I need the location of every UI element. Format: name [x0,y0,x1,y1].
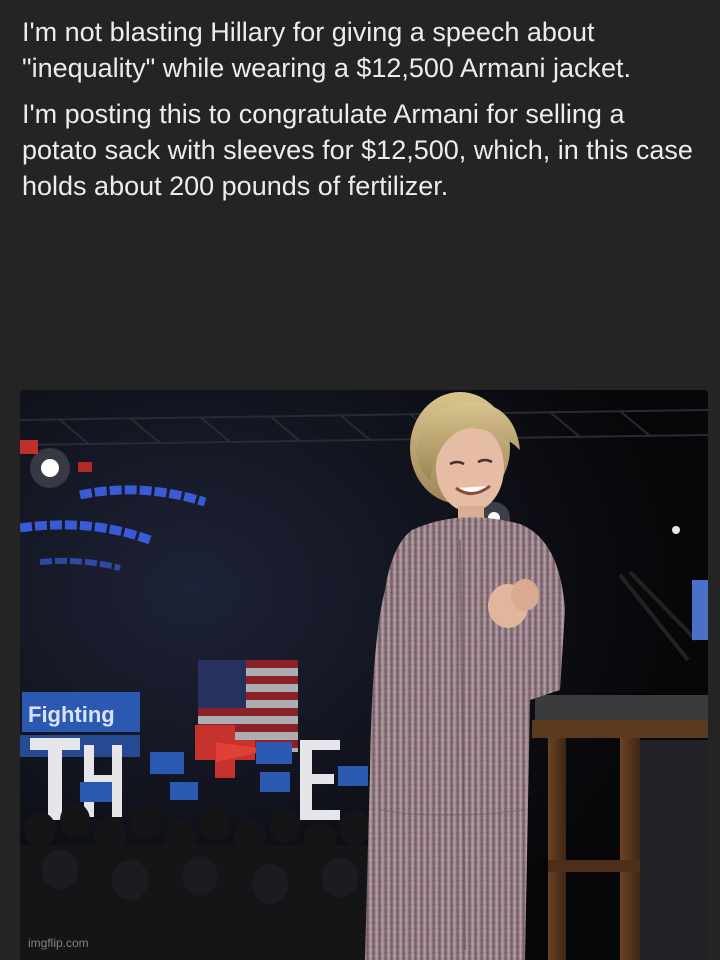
imgflip-watermark: imgflip.com [28,936,89,950]
letter-sign [48,738,62,820]
rally-photo: Fighting imgflip.com [20,390,708,960]
photo-illustration: Fighting [20,390,708,960]
post-paragraph-2: I'm posting this to congratulate Armani … [22,99,693,201]
post-paragraph-1: I'm not blasting Hillary for giving a sp… [22,17,632,83]
fighting-sign-text: Fighting [28,702,115,727]
post-text: I'm not blasting Hillary for giving a sp… [22,14,702,204]
